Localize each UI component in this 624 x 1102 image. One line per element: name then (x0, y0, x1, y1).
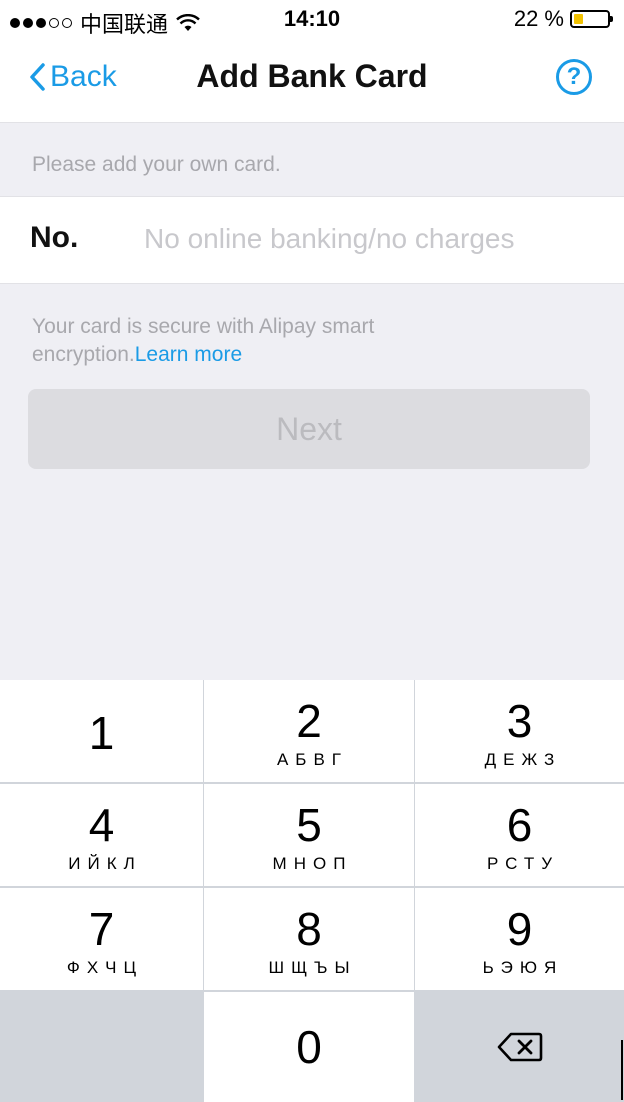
key-letters: ФХЧЦ (66, 958, 144, 977)
key-number: 4 (88, 799, 115, 851)
key-7[interactable]: 7 ФХЧЦ (0, 888, 203, 990)
card-number-row: No. (0, 196, 624, 284)
key-letters: АБВГ (276, 750, 349, 769)
key-number: 1 (88, 707, 115, 759)
key-2[interactable]: 2 АБВГ (204, 680, 414, 782)
key-letters: ШЩЪЫ (268, 958, 357, 977)
delete-key[interactable] (415, 992, 624, 1102)
blank-key (0, 992, 203, 1102)
key-0[interactable]: 0 (204, 992, 414, 1102)
key-number: 5 (296, 799, 322, 851)
key-9[interactable]: 9 ЬЭЮЯ (415, 888, 624, 990)
key-number: 3 (506, 695, 533, 747)
key-number: 8 (296, 903, 322, 955)
battery-percent: 22 % (513, 6, 564, 31)
key-letters: ИЙКЛ (68, 854, 142, 873)
card-number-label: No. (30, 221, 79, 254)
edge-line (621, 1040, 623, 1100)
backspace-icon (497, 1032, 542, 1062)
add-card-hint: Please add your own card. (32, 153, 281, 176)
key-number: 7 (88, 903, 115, 955)
numeric-keypad: 1 2 АБВГ 3 ДЕЖЗ 4 ИЙКЛ 5 МНОП 6 РСТУ 7 Ф… (0, 680, 624, 1102)
chevron-left-icon (30, 63, 45, 91)
key-letters: МНОП (272, 854, 353, 873)
learn-more-link[interactable]: Learn more (135, 343, 242, 366)
question-mark-icon: ? (566, 63, 582, 90)
key-1[interactable]: 1 (0, 680, 203, 782)
key-3[interactable]: 3 ДЕЖЗ (415, 680, 624, 782)
key-letters: РСТУ (486, 854, 560, 873)
security-note: Your card is secure with Alipay smart en… (32, 313, 492, 369)
next-button[interactable]: Next (28, 389, 590, 469)
key-number: 0 (296, 1021, 322, 1073)
key-4[interactable]: 4 ИЙКЛ (0, 784, 203, 886)
main-content: Please add your own card. No. Your card … (0, 123, 624, 680)
back-label: Back (50, 60, 117, 93)
navigation-bar: Back Add Bank Card ? (0, 38, 624, 123)
key-8[interactable]: 8 ШЩЪЫ (204, 888, 414, 990)
key-number: 2 (296, 695, 322, 747)
key-letters: ДЕЖЗ (484, 750, 562, 769)
key-number: 9 (506, 903, 533, 955)
card-number-input[interactable] (144, 211, 604, 267)
status-bar: 中国联通 14:10 22 % (0, 0, 624, 38)
help-button[interactable]: ? (556, 59, 592, 95)
battery-icon (570, 10, 613, 28)
key-6[interactable]: 6 РСТУ (415, 784, 624, 886)
key-letters: ЬЭЮЯ (482, 958, 564, 977)
key-5[interactable]: 5 МНОП (204, 784, 414, 886)
back-button[interactable]: Back (28, 60, 117, 94)
status-bar-right: 22 % (513, 6, 613, 32)
key-number: 6 (506, 799, 533, 851)
